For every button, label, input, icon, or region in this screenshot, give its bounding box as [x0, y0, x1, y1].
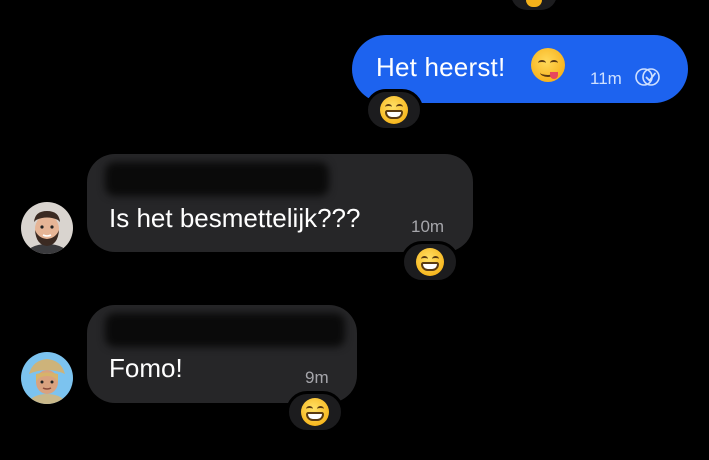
message-timestamp: 9m [305, 368, 329, 387]
man-with-beard-avatar [21, 202, 73, 254]
incoming-message-bubble[interactable]: Is het besmettelijk??? 10m [87, 154, 473, 252]
grinning-face-icon [380, 96, 408, 124]
grinning-face-icon [301, 398, 329, 426]
message-text: Het heerst! [376, 52, 506, 82]
read-receipt-icon [635, 68, 660, 86]
message-text: Fomo! [109, 353, 183, 383]
chat-thread: Het heerst! 11m Is het besmettelijk??? 1… [0, 0, 709, 460]
sender-avatar[interactable] [21, 352, 73, 404]
thumbs-up-icon [526, 0, 542, 7]
message-reaction[interactable] [401, 241, 459, 283]
message-timestamp: 10m [411, 217, 445, 236]
message-timestamp: 11m [590, 69, 622, 88]
thumbs-up-reaction[interactable] [511, 0, 557, 10]
message-text: Is het besmettelijk??? [109, 203, 361, 233]
grinning-face-icon [416, 248, 444, 276]
redacted-sender-name [105, 162, 329, 196]
yum-face-icon [531, 48, 565, 82]
sender-avatar[interactable] [21, 202, 73, 254]
message-reaction[interactable] [365, 89, 423, 131]
message-reaction[interactable] [286, 391, 344, 433]
incoming-message-bubble[interactable]: Fomo! 9m [87, 305, 357, 403]
woman-with-hat-avatar [21, 352, 73, 404]
redacted-sender-name [105, 313, 345, 347]
